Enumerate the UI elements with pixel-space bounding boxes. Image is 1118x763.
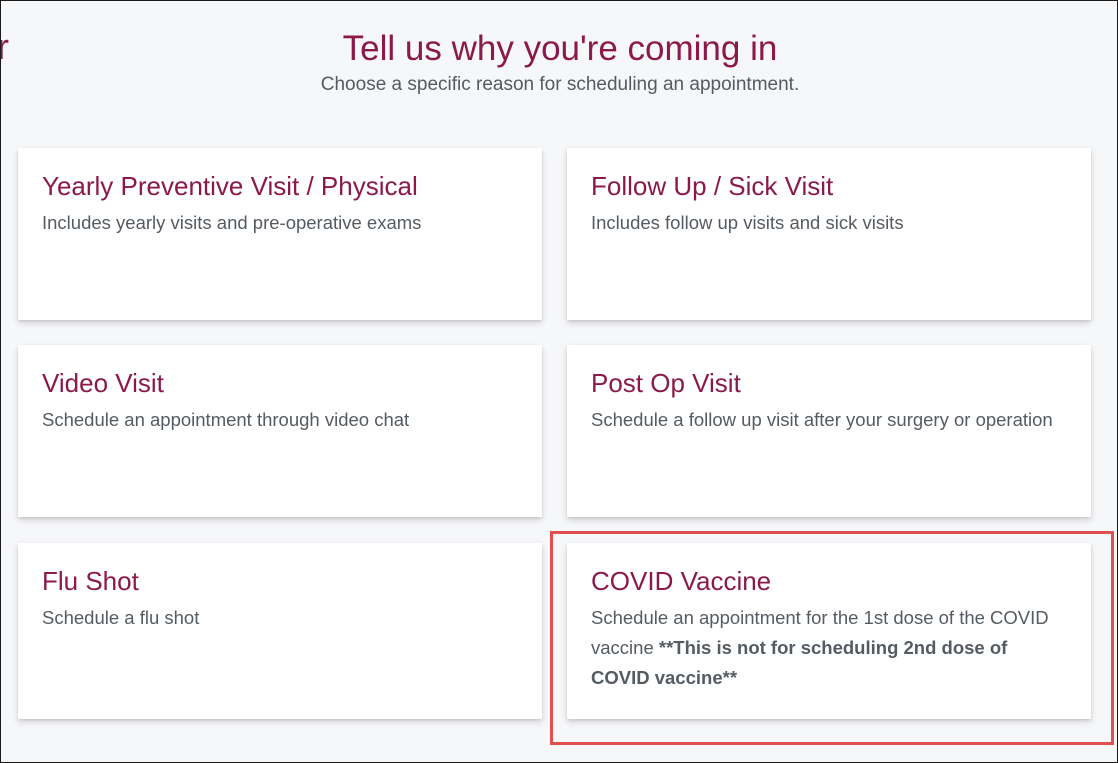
appointment-reason-page: r Tell us why you're coming in Choose a … bbox=[0, 0, 1118, 763]
reason-card-video-visit[interactable]: Video Visit Schedule an appointment thro… bbox=[18, 345, 542, 517]
card-title: COVID Vaccine bbox=[591, 566, 772, 596]
reason-card-post-op-visit[interactable]: Post Op Visit Schedule a follow up visit… bbox=[567, 345, 1091, 517]
reason-card-flu-shot[interactable]: Flu Shot Schedule a flu shot bbox=[18, 543, 542, 719]
card-title: Yearly Preventive Visit / Physical bbox=[42, 171, 418, 201]
card-title: Video Visit bbox=[42, 368, 164, 398]
reason-card-covid-vaccine[interactable]: COVID Vaccine Schedule an appointment fo… bbox=[567, 543, 1091, 719]
card-description: Includes yearly visits and pre-operative… bbox=[42, 212, 422, 233]
reason-card-follow-up-sick-visit[interactable]: Follow Up / Sick Visit Includes follow u… bbox=[567, 148, 1091, 320]
card-description: Schedule a follow up visit after your su… bbox=[591, 409, 1053, 430]
page-title: Tell us why you're coming in bbox=[342, 29, 778, 68]
card-description: Schedule a flu shot bbox=[42, 607, 200, 628]
card-description: Includes follow up visits and sick visit… bbox=[591, 212, 904, 233]
page-header: Tell us why you're coming in Choose a sp… bbox=[1, 29, 1117, 97]
card-title: Post Op Visit bbox=[591, 368, 741, 398]
card-description: Schedule an appointment for the 1st dose… bbox=[591, 603, 1071, 693]
page-subtitle: Choose a specific reason for scheduling … bbox=[320, 74, 800, 95]
card-description: Schedule an appointment through video ch… bbox=[42, 409, 410, 430]
card-title: Flu Shot bbox=[42, 566, 139, 596]
reason-card-yearly-preventive-visit[interactable]: Yearly Preventive Visit / Physical Inclu… bbox=[18, 148, 542, 320]
card-title: Follow Up / Sick Visit bbox=[591, 171, 834, 201]
